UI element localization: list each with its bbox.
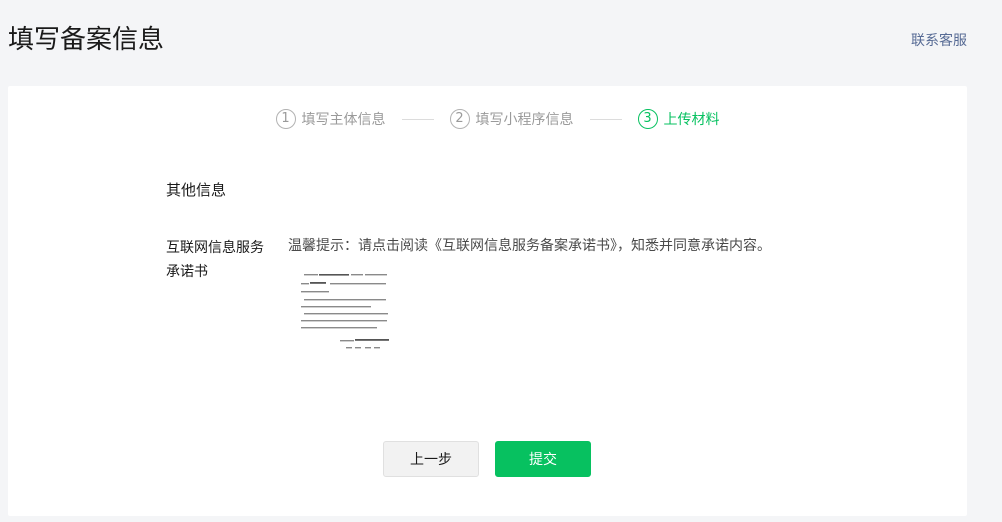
- step-1-number: 1: [275, 109, 296, 129]
- step-indicator: 1 填写主体信息 2 填写小程序信息 3 上传材料: [8, 108, 967, 130]
- step-3: 3 上传材料: [637, 109, 720, 129]
- step-1-label: 填写主体信息: [301, 112, 386, 128]
- step-1: 1 填写主体信息: [275, 109, 386, 129]
- submit-button[interactable]: 提交: [495, 441, 591, 477]
- step-3-number: 3: [637, 109, 658, 129]
- section-title: 其他信息: [166, 181, 227, 199]
- field-hint: 温馨提示：请点击阅读《互联网信息服务备案承诺书》，知悉并同意承诺内容。: [288, 238, 771, 254]
- step-2-number: 2: [449, 109, 470, 129]
- contact-support-link[interactable]: 联系客服: [911, 31, 967, 51]
- document-thumbnail-icon[interactable]: [298, 270, 392, 354]
- field-label: 互联网信息服务 承诺书: [166, 236, 276, 284]
- field-label-line2: 承诺书: [166, 264, 208, 280]
- step-divider: [401, 118, 434, 120]
- step-3-label: 上传材料: [663, 112, 720, 128]
- previous-step-button[interactable]: 上一步: [383, 441, 479, 477]
- field-label-line1: 互联网信息服务: [166, 240, 264, 256]
- main-card: 1 填写主体信息 2 填写小程序信息 3 上传材料 其他信息 互联网信息服务 承…: [8, 86, 967, 516]
- page-title: 填写备案信息: [8, 25, 165, 55]
- step-2: 2 填写小程序信息: [449, 109, 574, 129]
- step-divider: [589, 118, 622, 120]
- step-2-label: 填写小程序信息: [475, 112, 574, 128]
